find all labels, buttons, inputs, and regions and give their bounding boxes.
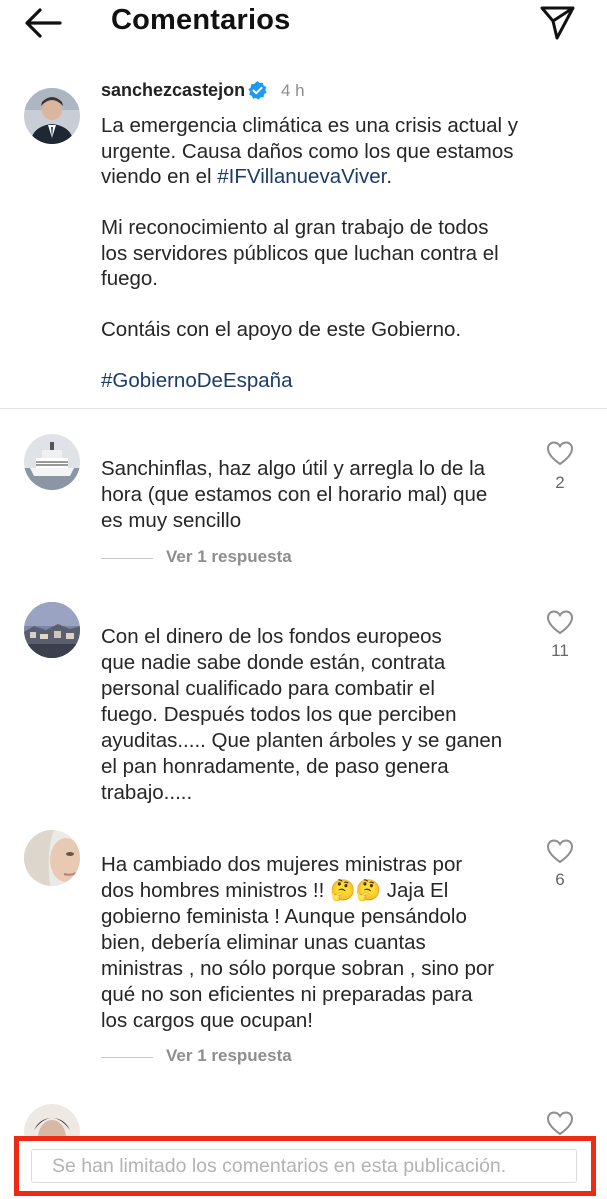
comment-line: Con el dinero de los fondos europeos	[101, 625, 442, 648]
comment-text: Sanchinflas, haz algo útil y arregla lo …	[101, 456, 541, 534]
avatar[interactable]	[24, 434, 80, 490]
hashtag-link[interactable]: #IFVillanuevaViver	[217, 165, 386, 188]
like-count: 6	[555, 870, 565, 889]
limited-comments-notice: Se han limitado los comentarios en esta …	[52, 1155, 507, 1177]
top-bar: Comentarios	[0, 0, 607, 60]
caption-line: La emergencia climática es una crisis ac…	[101, 114, 519, 137]
comment-item: Ha cambiado dos mujeres ministras por do…	[0, 828, 607, 1098]
heart-icon	[546, 441, 574, 466]
caption-line: #GobiernoDeEspaña	[101, 368, 561, 394]
avatar[interactable]	[24, 830, 80, 886]
share-button[interactable]	[537, 2, 577, 42]
comment-text: Con el dinero de los fondos europeos que…	[101, 624, 541, 806]
comment-line: ministras , no sólo porque sobran , sino…	[101, 957, 495, 980]
back-button[interactable]	[22, 6, 64, 40]
avatar[interactable]	[24, 88, 80, 144]
like-button[interactable]	[546, 440, 574, 466]
divider	[0, 408, 607, 409]
limited-comments-highlight: Se han limitado los comentarios en esta …	[14, 1136, 596, 1196]
caption-line: urgente. Causa daños como los que estamo…	[101, 139, 514, 163]
comment-line: gobierno feminista ! Aunque pensándolo	[101, 905, 467, 928]
comment-line: fuego. Después todos los que perciben	[101, 703, 457, 726]
caption-line: viendo en el #IFVillanuevaViver.	[101, 164, 561, 190]
comment-item-partial	[0, 1098, 607, 1138]
heart-icon	[546, 1111, 574, 1136]
heart-icon	[546, 610, 574, 635]
caption-line: Contáis con el apoyo de este Gobierno.	[101, 318, 462, 341]
post-caption: sanchezcastejon 4 h La emergencia climát…	[0, 68, 607, 408]
view-replies-button[interactable]: Ver 1 respuesta	[101, 547, 311, 569]
view-replies-label: Ver 1 respuesta	[166, 1046, 292, 1065]
like-count: 11	[551, 641, 569, 660]
comment-text: Ha cambiado dos mujeres ministras por do…	[101, 852, 541, 1034]
like-button[interactable]	[546, 838, 574, 864]
caption-line: los servidores públicos que luchan contr…	[101, 241, 499, 265]
comment-input-disabled: Se han limitado los comentarios en esta …	[31, 1149, 577, 1183]
caption-text: La emergencia climática es una crisis ac…	[101, 113, 561, 394]
like-button[interactable]	[546, 1110, 574, 1136]
post-timestamp: 4 h	[281, 81, 305, 100]
comment-line: dos hombres ministros !! 🤔🤔 Jaja El	[101, 879, 449, 902]
caption-line: fuego.	[101, 267, 158, 290]
avatar[interactable]	[24, 602, 80, 658]
comment-line: qué no son eficientes ni preparadas para	[101, 983, 473, 1006]
like-button[interactable]	[546, 609, 574, 635]
comment-item: Sanchinflas, haz algo útil y arregla lo …	[0, 418, 607, 588]
post-username[interactable]: sanchezcastejon	[101, 80, 245, 101]
replies-line	[101, 558, 153, 559]
heart-icon	[546, 839, 574, 864]
comment-line: hora (que estamos con el horario mal) qu…	[101, 483, 488, 506]
comment-line: el pan honradamente, de paso genera	[101, 755, 449, 778]
view-replies-button[interactable]: Ver 1 respuesta	[101, 1046, 311, 1068]
comment-line: personal cualificado para combatir el	[101, 677, 435, 700]
caption-text-fragment: viendo en el	[101, 165, 218, 188]
paper-plane-icon	[540, 6, 575, 40]
comment-line: bien, debería eliminar unas cuantas	[101, 931, 426, 954]
comment-line: ayuditas..... Que planten árboles y se g…	[101, 729, 503, 752]
avatar[interactable]	[24, 1104, 80, 1138]
caption-text-fragment: .	[386, 165, 393, 188]
comment-line: Sanchinflas, haz algo útil y arregla lo …	[101, 457, 486, 480]
verified-badge-icon	[247, 80, 268, 101]
comment-item: Con el dinero de los fondos europeos que…	[0, 588, 607, 828]
like-count: 2	[555, 473, 565, 492]
arrow-left-icon	[25, 8, 62, 38]
comment-line: que nadie sabe donde están, contrata	[101, 651, 446, 674]
comment-line: es muy sencillo	[101, 509, 242, 532]
page-title: Comentarios	[111, 4, 291, 36]
replies-line	[101, 1057, 153, 1058]
caption-line: Mi reconocimiento al gran trabajo de tod…	[101, 216, 489, 239]
hashtag-link[interactable]: #GobiernoDeEspaña	[101, 369, 292, 392]
comment-line: Ha cambiado dos mujeres ministras por	[101, 853, 463, 876]
view-replies-label: Ver 1 respuesta	[166, 547, 292, 566]
comment-line: los cargos que ocupan!	[101, 1009, 313, 1032]
comment-line: trabajo.....	[101, 781, 193, 804]
